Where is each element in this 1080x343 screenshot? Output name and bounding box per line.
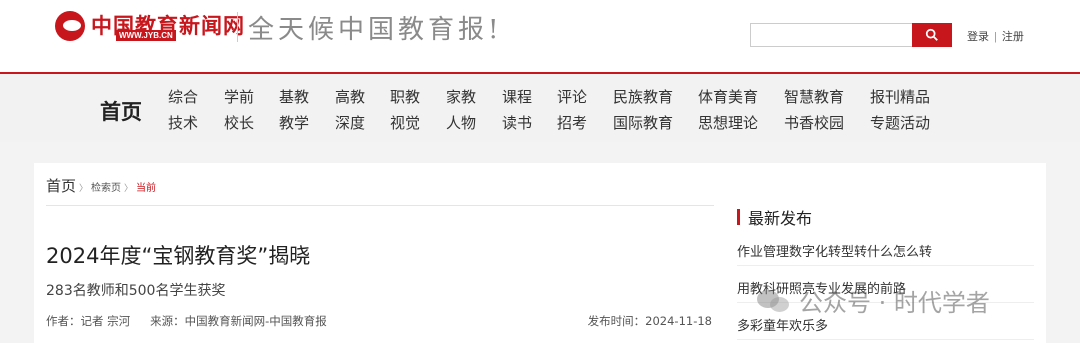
article-date: 发布时间：2024-11-18 bbox=[587, 314, 712, 328]
nav-column: 报刊精品 专题活动 bbox=[870, 84, 930, 136]
nav-link[interactable]: 专题活动 bbox=[870, 110, 930, 136]
logo-url-badge: WWW.JYB.CN bbox=[116, 30, 176, 41]
article-author: 作者：记者 宗河 bbox=[46, 314, 131, 328]
breadcrumb-arrow-icon: 〉 bbox=[79, 184, 89, 194]
login-link[interactable]: 登录 bbox=[967, 31, 989, 43]
nav-column: 学前 校长 bbox=[224, 84, 254, 136]
search-input[interactable] bbox=[750, 23, 912, 47]
article-subtitle: 283名教师和500名学生获奖 bbox=[46, 283, 226, 299]
nav-link[interactable]: 基教 bbox=[279, 84, 309, 110]
nav-link[interactable]: 招考 bbox=[557, 110, 587, 136]
nav-link[interactable]: 人物 bbox=[446, 110, 476, 136]
search-icon bbox=[925, 28, 938, 41]
nav-link[interactable]: 视觉 bbox=[390, 110, 420, 136]
nav-column: 智慧教育 书香校园 bbox=[784, 84, 844, 136]
nav-home-link[interactable]: 首页 bbox=[100, 96, 142, 126]
nav-column: 体育美育 思想理论 bbox=[698, 84, 758, 136]
nav-link[interactable]: 报刊精品 bbox=[870, 84, 930, 110]
breadcrumb-arrow-icon: 〉 bbox=[124, 184, 134, 194]
logo-mark-icon bbox=[55, 11, 85, 41]
nav-link[interactable]: 职教 bbox=[390, 84, 420, 110]
wechat-watermark: 公众号 · 时代学者 bbox=[757, 283, 990, 318]
sidebar-news-link[interactable]: 多彩童年欢乐多 bbox=[737, 315, 1034, 340]
nav-link[interactable]: 技术 bbox=[168, 110, 198, 136]
nav-column: 职教 视觉 bbox=[390, 84, 420, 136]
nav-link[interactable]: 书香校园 bbox=[784, 110, 844, 136]
wechat-icon bbox=[757, 288, 791, 314]
nav-link[interactable]: 思想理论 bbox=[698, 110, 758, 136]
nav-link[interactable]: 教学 bbox=[279, 110, 309, 136]
user-links-separator: | bbox=[994, 31, 997, 43]
article-meta: 作者：记者 宗河 来源：中国教育新闻网-中国教育报 bbox=[46, 313, 327, 329]
article-source: 来源：中国教育新闻网-中国教育报 bbox=[150, 314, 327, 328]
nav-link[interactable]: 校长 bbox=[224, 110, 254, 136]
nav-link[interactable]: 学前 bbox=[224, 84, 254, 110]
sidebar-title: 最新发布 bbox=[748, 209, 813, 228]
nav-column: 民族教育 国际教育 bbox=[613, 84, 673, 136]
site-header: 中国教育新闻网 WWW.JYB.CN 全天候中国教育报! 登录 | 注册 bbox=[0, 0, 1080, 72]
nav-link[interactable]: 体育美育 bbox=[698, 84, 758, 110]
nav-column: 评论 招考 bbox=[557, 84, 587, 136]
nav-link[interactable]: 国际教育 bbox=[613, 110, 673, 136]
sidebar-news-link[interactable]: 作业管理数字化转型转什么怎么转 bbox=[737, 241, 1034, 266]
search-button[interactable] bbox=[912, 23, 952, 47]
nav-column: 课程 读书 bbox=[502, 84, 532, 136]
heading-bar bbox=[737, 209, 740, 225]
breadcrumb-current: 当前 bbox=[136, 183, 157, 194]
register-link[interactable]: 注册 bbox=[1002, 31, 1024, 43]
nav-link[interactable]: 高教 bbox=[335, 84, 365, 110]
main-nav: 首页 综合 技术 学前 校长 基教 教学 高教 深度 职教 视觉 家教 人物 课程 读书 评论… bbox=[0, 72, 1080, 142]
nav-link[interactable]: 课程 bbox=[502, 84, 532, 110]
nav-column: 基教 教学 bbox=[279, 84, 309, 136]
nav-column: 综合 技术 bbox=[168, 84, 198, 136]
breadcrumb-search[interactable]: 检索页 bbox=[91, 179, 121, 194]
nav-link[interactable]: 读书 bbox=[502, 110, 532, 136]
watermark-text: 公众号 · 时代学者 bbox=[799, 289, 990, 317]
user-links: 登录 | 注册 bbox=[967, 28, 1024, 44]
article-title: 2024年度“宝钢教育奖”揭晓 bbox=[46, 244, 311, 268]
logo-divider bbox=[237, 12, 238, 42]
nav-column: 家教 人物 bbox=[446, 84, 476, 136]
nav-link[interactable]: 综合 bbox=[168, 84, 198, 110]
breadcrumb: 首页 〉 检索页 〉 当前 bbox=[46, 175, 156, 196]
nav-link[interactable]: 智慧教育 bbox=[784, 84, 844, 110]
nav-link[interactable]: 民族教育 bbox=[613, 84, 673, 110]
breadcrumb-divider bbox=[46, 205, 714, 206]
nav-column: 高教 深度 bbox=[335, 84, 365, 136]
nav-link[interactable]: 深度 bbox=[335, 110, 365, 136]
nav-link[interactable]: 家教 bbox=[446, 84, 476, 110]
breadcrumb-home[interactable]: 首页 bbox=[46, 175, 76, 196]
sidebar-heading: 最新发布 bbox=[737, 205, 1034, 229]
nav-link[interactable]: 评论 bbox=[557, 84, 587, 110]
latest-sidebar: 最新发布 作业管理数字化转型转什么怎么转 用教科研照亮专业发展的前路 多彩童年欢… bbox=[737, 205, 1034, 340]
header-slogan: 全天候中国教育报! bbox=[248, 15, 503, 45]
